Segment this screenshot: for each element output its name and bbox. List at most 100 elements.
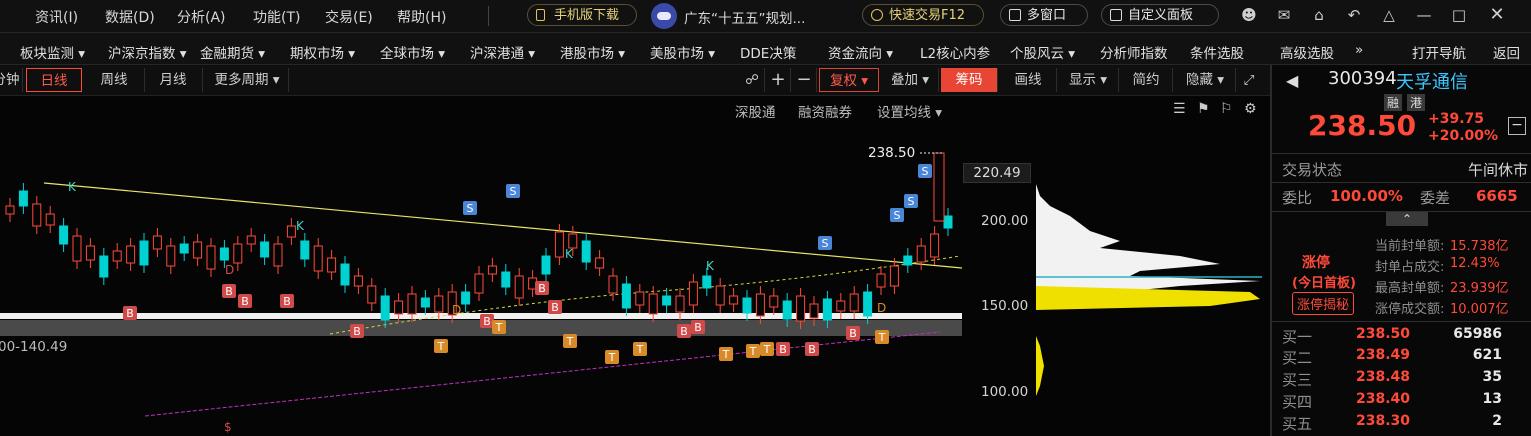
nav-global[interactable]: 全球市场 ▾ <box>380 42 445 62</box>
candle[interactable] <box>420 297 430 308</box>
maximize-icon[interactable]: □ <box>1450 6 1468 24</box>
nav-open-navigation[interactable]: 打开导航 <box>1412 42 1466 62</box>
candle[interactable] <box>822 298 832 321</box>
kline-chart-svg[interactable]: BBB BBBBBB BB BBSSSSSSTTTTT T T TTKKKKDD D$ <box>0 96 1270 436</box>
lock-icon[interactable]: ☍ <box>740 68 765 92</box>
candle[interactable] <box>112 250 122 262</box>
candle[interactable] <box>608 275 618 294</box>
candle[interactable] <box>152 235 162 250</box>
candle[interactable] <box>193 241 203 259</box>
candle[interactable] <box>863 291 873 317</box>
tab-minute[interactable]: 分钟 <box>0 68 23 92</box>
candle[interactable] <box>313 245 323 272</box>
settings-icon[interactable]: ⚙ <box>1244 101 1257 117</box>
margin-trading-link[interactable]: 融资融券 <box>798 101 852 121</box>
candle[interactable] <box>943 215 953 229</box>
nav-options[interactable]: 期权市场 ▾ <box>290 42 355 62</box>
candle[interactable] <box>139 240 149 266</box>
candle[interactable] <box>353 275 363 287</box>
candle[interactable] <box>903 255 913 266</box>
candle[interactable] <box>635 291 645 306</box>
candle[interactable] <box>32 203 42 227</box>
candle[interactable] <box>126 245 136 264</box>
candle[interactable] <box>166 245 176 267</box>
orderbook-row[interactable]: 买五 238.30 2 <box>1282 413 1522 433</box>
candle[interactable] <box>662 295 672 306</box>
candle[interactable] <box>702 275 712 289</box>
zoom-in-icon[interactable]: + <box>766 68 791 92</box>
close-icon[interactable]: ✕ <box>1488 6 1506 24</box>
candle[interactable] <box>179 243 189 254</box>
candle[interactable] <box>755 293 765 317</box>
nav-analyst[interactable]: 分析师指数 <box>1100 42 1168 62</box>
candle[interactable] <box>233 243 243 264</box>
fullscreen-icon[interactable]: ⤢ <box>1238 68 1260 92</box>
custom-panel-button[interactable]: 自定义面板 <box>1101 4 1219 26</box>
nav-sector-monitor[interactable]: 板块监测 ▾ <box>20 42 85 62</box>
nav-us[interactable]: 美股市场 ▾ <box>650 42 715 62</box>
candle[interactable] <box>595 257 605 269</box>
candle[interactable] <box>675 295 685 313</box>
candle[interactable] <box>367 285 377 304</box>
collapse-icon[interactable]: − <box>1508 117 1526 135</box>
candle-limit-up[interactable] <box>933 152 945 222</box>
candle[interactable] <box>836 300 846 312</box>
mail-icon[interactable]: ✉ <box>1275 6 1293 24</box>
candle[interactable] <box>889 265 899 287</box>
candle[interactable] <box>554 231 564 258</box>
candle[interactable] <box>487 265 497 275</box>
candle[interactable] <box>461 291 471 305</box>
candle[interactable] <box>340 263 350 286</box>
collapse-chevron-icon[interactable]: ⌃ <box>1386 212 1428 226</box>
candle[interactable] <box>849 293 859 312</box>
nav-stock-news[interactable]: 个股风云 ▾ <box>1010 42 1075 62</box>
tab-monthly[interactable]: 月线 <box>144 68 203 92</box>
adjust-price-dropdown[interactable]: 复权 ▾ <box>819 68 879 92</box>
candle[interactable] <box>273 243 283 267</box>
menu-data[interactable]: 数据(D) <box>105 7 155 27</box>
user-icon[interactable]: ☻ <box>1240 6 1258 24</box>
candle[interactable] <box>99 255 109 278</box>
home-icon[interactable]: ⌂ <box>1310 6 1328 24</box>
candle[interactable] <box>501 271 511 288</box>
menu-help[interactable]: 帮助(H) <box>397 7 446 27</box>
candle[interactable] <box>5 205 15 215</box>
zoom-out-icon[interactable]: − <box>792 68 817 92</box>
candle[interactable] <box>621 283 631 309</box>
candle[interactable] <box>286 225 296 238</box>
tab-daily[interactable]: 日线 <box>26 68 82 92</box>
orderbook-row[interactable]: 买二 238.49 621 <box>1282 347 1522 367</box>
overlay-dropdown[interactable]: 叠加 ▾ <box>882 68 939 92</box>
candle[interactable] <box>782 300 792 320</box>
menu-function[interactable]: 功能(T) <box>253 7 300 27</box>
candle[interactable] <box>876 273 886 288</box>
back-icon[interactable]: ↶ <box>1345 6 1363 24</box>
candle[interactable] <box>327 257 337 273</box>
orderbook-row[interactable]: 买三 238.48 35 <box>1282 369 1522 389</box>
candle[interactable] <box>796 295 806 322</box>
minimize-icon[interactable]: — <box>1415 6 1433 24</box>
display-dropdown[interactable]: 显示 ▾ <box>1058 68 1119 92</box>
shirt-icon[interactable]: △ <box>1380 6 1398 24</box>
tab-weekly[interactable]: 周线 <box>84 68 145 92</box>
candle[interactable] <box>930 233 940 258</box>
candle[interactable] <box>809 303 819 319</box>
simple-button[interactable]: 简约 <box>1120 68 1173 92</box>
news-headline-link[interactable]: 广东“十五五”规划... <box>684 7 805 27</box>
sz-connect-link[interactable]: 深股通 <box>735 101 776 121</box>
candle[interactable] <box>916 245 926 263</box>
flag-icon[interactable]: ⚑ <box>1197 101 1210 117</box>
candle[interactable] <box>18 190 28 207</box>
candle[interactable] <box>514 275 524 299</box>
candle[interactable] <box>581 240 591 263</box>
draw-line-button[interactable]: 画线 <box>1000 68 1057 92</box>
hide-dropdown[interactable]: 隐藏 ▾ <box>1175 68 1236 92</box>
tab-more-periods[interactable]: 更多周期 ▾ <box>206 68 289 92</box>
flag-outline-icon[interactable]: ⚐ <box>1220 101 1233 117</box>
candle[interactable] <box>407 293 417 315</box>
kline-chart-area[interactable]: B B B B B B B B B B B B B S S S S S S T T T T T T T T T K K K K D D D $ 深股通… <box>0 96 1270 436</box>
candle[interactable] <box>72 235 82 262</box>
nav-connect[interactable]: 沪深港通 ▾ <box>470 42 535 62</box>
chip-analysis-icon[interactable]: ☰ <box>1173 101 1186 117</box>
orderbook-row[interactable]: 买四 238.40 13 <box>1282 391 1522 411</box>
